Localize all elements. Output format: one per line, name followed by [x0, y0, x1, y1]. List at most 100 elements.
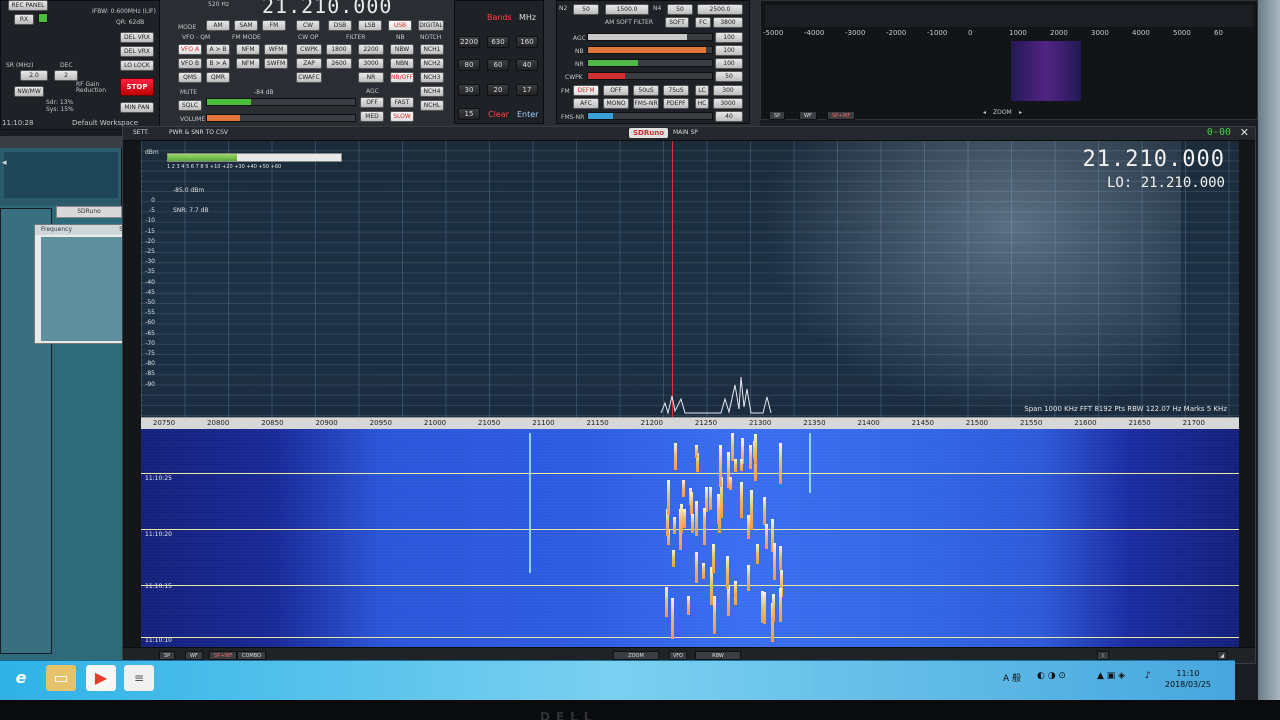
nr-level-slider[interactable] [587, 59, 713, 67]
mode-digital[interactable]: DIGITAL [418, 20, 444, 31]
aux-tab-spwf[interactable]: SP+WF [827, 111, 856, 120]
sdruno-taskbar-icon[interactable]: ≡ [124, 665, 154, 691]
fc-field[interactable]: 3800 [713, 17, 743, 28]
close-icon[interactable]: ✕ [1240, 126, 1249, 139]
n2-field[interactable]: 50 [573, 4, 599, 15]
band-160[interactable]: 160 [516, 36, 538, 48]
taskbar-clock[interactable]: 11:10 2018/03/25 [1165, 668, 1211, 690]
nw-button[interactable]: NW/MW [14, 86, 44, 97]
rec-panel-button[interactable]: REC PANEL [8, 0, 48, 11]
spectrum-plot[interactable]: 0 -5 -10 -15 -20 -25 -30 -35 -40 -45 -50 -55 -60 -65-… [141, 141, 1239, 417]
band-80[interactable]: 80 [458, 59, 480, 71]
view-tab-wf[interactable]: WF [185, 651, 203, 660]
network-icon[interactable]: ▲ ▣ ◈ [1097, 671, 1125, 681]
filter-2600[interactable]: 2600 [326, 58, 352, 69]
ime-indicator[interactable]: A 般 [1003, 671, 1021, 684]
nbw-button[interactable]: NBW [390, 44, 414, 55]
fms-nr-button[interactable]: FMS-NR [633, 98, 659, 109]
nch1-button[interactable]: NCH1 [420, 44, 444, 55]
enter-button[interactable]: Enter [517, 110, 538, 119]
b-to-a-button[interactable]: B > A [206, 58, 230, 69]
stop-button[interactable]: STOP [120, 78, 154, 96]
aux-zoom-right[interactable]: ▸ [1019, 109, 1022, 116]
defm-button[interactable]: DEFM [573, 85, 599, 96]
wfm-button[interactable]: NFM [236, 58, 260, 69]
vfo-frequency-display[interactable]: 21.210.000 [1083, 147, 1225, 172]
waterfall-display[interactable]: 11:10:25 11:10:20 11:10:15 11:10:10 [141, 429, 1239, 647]
arrow-icon[interactable]: ◂ [2, 158, 7, 168]
resize-grip-icon[interactable]: ◢ [1217, 651, 1227, 660]
cwafc-button[interactable]: CWAFC [296, 72, 322, 83]
mode-lsb[interactable]: LSB [358, 20, 382, 31]
vfo-control[interactable]: VFO [669, 651, 687, 660]
lo-lock-button[interactable]: LO LOCK [120, 60, 154, 71]
agc-med[interactable]: MED [360, 111, 384, 122]
file-explorer-icon[interactable]: ▭ [46, 665, 76, 691]
mode-am[interactable]: AM [206, 20, 230, 31]
view-tab-spwf[interactable]: SP+WF [209, 651, 238, 660]
frequency-column-header[interactable]: Frequency [41, 226, 72, 233]
rx-button[interactable]: RX [14, 14, 34, 25]
afc-button[interactable]: AFC [573, 98, 599, 109]
swfm-button[interactable]: SWFM [264, 58, 288, 69]
cwpk-button[interactable]: CWPK [296, 44, 322, 55]
mode-sam[interactable]: SAM [234, 20, 258, 31]
band-30[interactable]: 30 [458, 84, 480, 96]
band-40[interactable]: 40 [516, 59, 538, 71]
mode-fm[interactable]: FM [262, 20, 286, 31]
n3-field[interactable]: 1500.0 [605, 4, 649, 15]
aux-tab-sp[interactable]: SP [769, 111, 786, 120]
nb-off-button[interactable]: NB/OFF [390, 72, 414, 83]
qmr-button[interactable]: QMR [206, 72, 230, 83]
volume-slider[interactable] [206, 114, 356, 122]
a-to-b-button[interactable]: A > B [206, 44, 230, 55]
nch2-button[interactable]: NCH2 [420, 58, 444, 69]
qms-button[interactable]: QMS [178, 72, 202, 83]
aux-tab-wf[interactable]: WF [799, 111, 817, 120]
del-vrx-button-2[interactable]: DEL VRX [120, 46, 154, 57]
mode-usb[interactable]: USB [388, 20, 412, 31]
dec-field[interactable]: 2 [54, 70, 78, 81]
lo-frequency-display[interactable]: LO: 21.210.000 [1107, 175, 1225, 191]
mode-dsb[interactable]: DSB [328, 20, 352, 31]
nbn-button[interactable]: NBN [390, 58, 414, 69]
zap-button[interactable]: ZAP [296, 58, 322, 69]
media-player-icon[interactable]: ▶ [86, 665, 116, 691]
band-2200[interactable]: 2200 [458, 36, 480, 48]
deemph-50-button[interactable]: 50uS [633, 85, 659, 96]
mode-cw[interactable]: CW [296, 20, 320, 31]
band-20[interactable]: 20 [487, 84, 509, 96]
filter-2200[interactable]: 2200 [358, 44, 384, 55]
nchl-button[interactable]: NCHL [420, 100, 444, 111]
hc-field[interactable]: 3000 [713, 98, 743, 109]
zoom-control[interactable]: ZOOM [613, 651, 659, 660]
filter-3000[interactable]: 3000 [358, 58, 384, 69]
agc-off[interactable]: OFF [360, 97, 384, 108]
nfm-button[interactable]: NFM [236, 44, 260, 55]
volume-icon[interactable]: ♪ [1145, 671, 1151, 681]
band-17[interactable]: 17 [516, 84, 538, 96]
info-icon[interactable]: i [1097, 651, 1109, 660]
min-pan-button[interactable]: MIN PAN [120, 102, 154, 113]
settings-tab[interactable]: SETT. [133, 129, 149, 136]
filter-1800[interactable]: 1800 [326, 44, 352, 55]
sr-field[interactable]: 2.0 [20, 70, 48, 81]
del-vrx-button-1[interactable]: DEL VRX [120, 32, 154, 43]
frequency-axis[interactable]: 20750 20800 20850 20900 20950 21000 21050 21100… [141, 417, 1239, 429]
deemph-off-button[interactable]: OFF [603, 85, 629, 96]
agc-level-slider[interactable] [587, 33, 713, 41]
nfm-button-2[interactable]: WFM [264, 44, 288, 55]
clear-button[interactable]: Clear [488, 110, 509, 119]
internet-explorer-icon[interactable]: e [6, 665, 36, 691]
nr-button[interactable]: NR [358, 72, 384, 83]
sqlc-button[interactable]: SQLC [178, 100, 202, 111]
tray-icons[interactable]: ◐ ◑ ⊙ [1037, 671, 1066, 681]
soft-button[interactable]: SOFT [665, 17, 689, 28]
n5-field[interactable]: 2500.0 [697, 4, 743, 15]
deemph-75-button[interactable]: 75uS [663, 85, 689, 96]
cwpk-level-slider[interactable] [587, 72, 713, 80]
fms-nr-slider[interactable] [587, 112, 713, 120]
band-60[interactable]: 60 [487, 59, 509, 71]
view-tab-sp[interactable]: SP [159, 651, 176, 660]
n4-field[interactable]: 50 [667, 4, 693, 15]
